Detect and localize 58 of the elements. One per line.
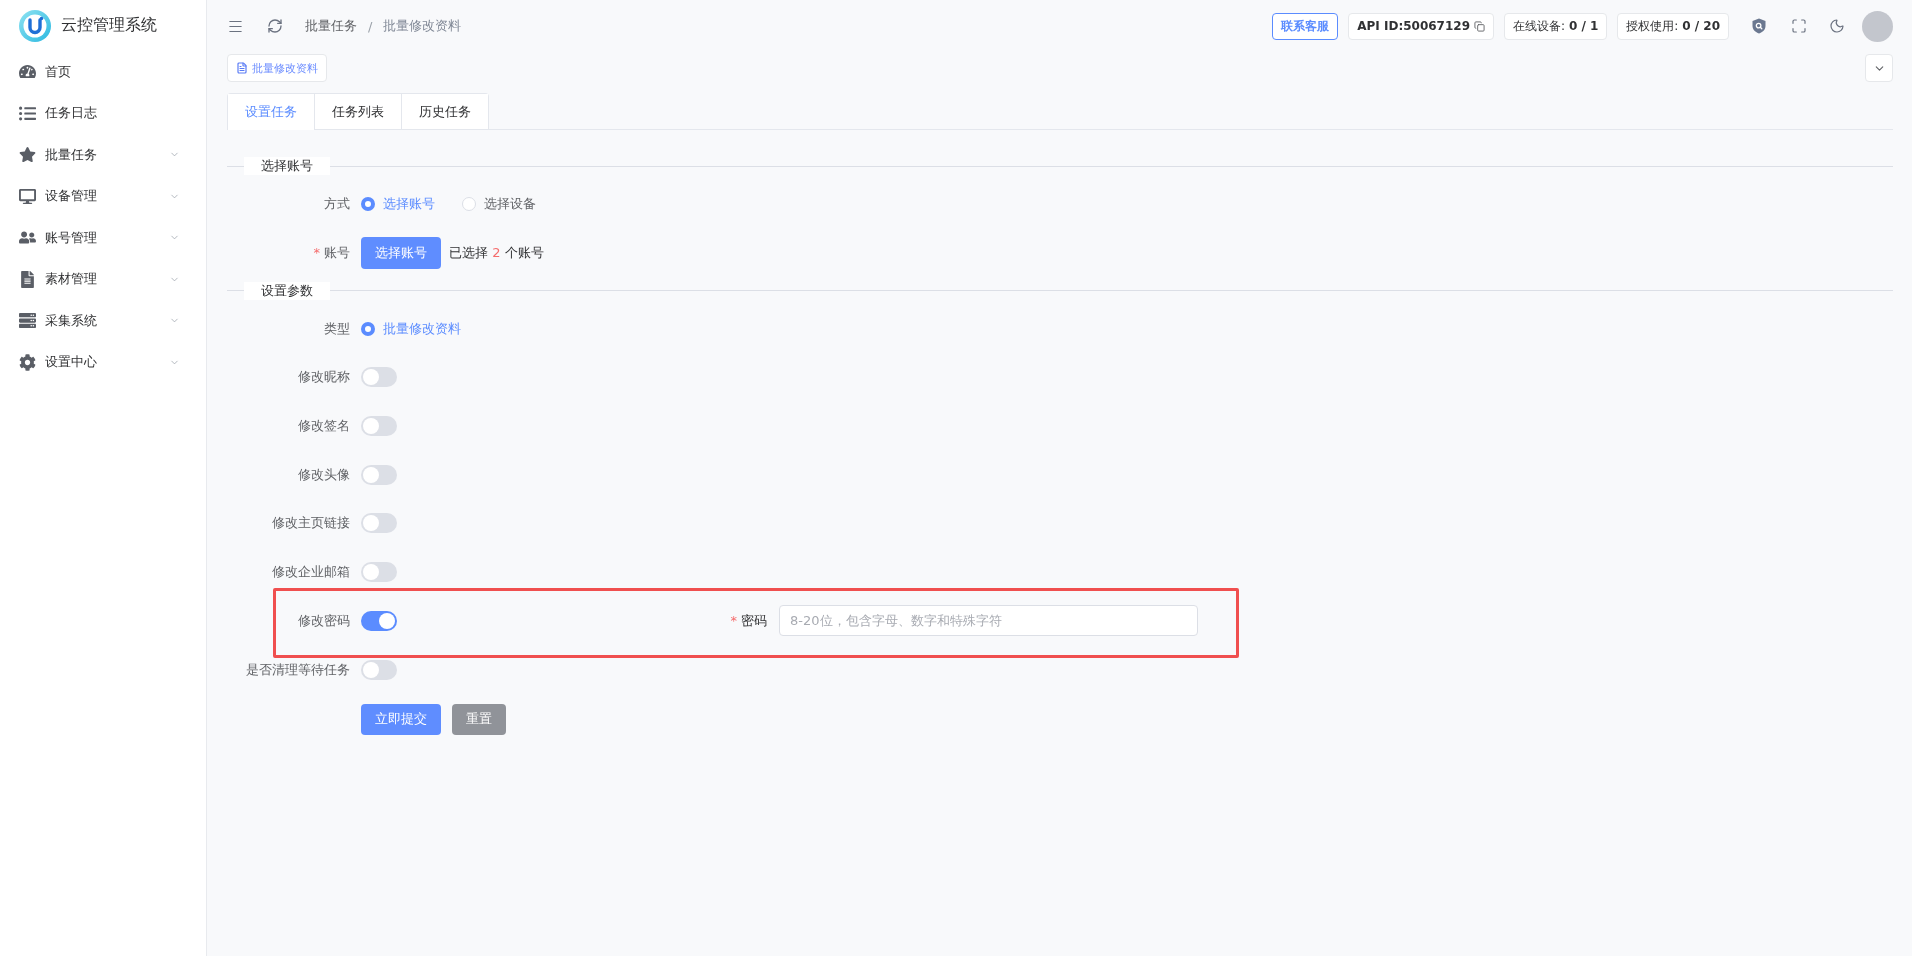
field-label: 账号 — [324, 243, 350, 262]
required-mark: * — [730, 613, 737, 629]
sidebar-item[interactable]: 批量任务 — [0, 134, 206, 176]
copy-icon[interactable] — [1474, 20, 1485, 32]
required-mark: * — [313, 245, 320, 261]
app-title: 云控管理系统 — [61, 15, 157, 36]
toggle-switch[interactable] — [361, 659, 397, 680]
section-title: 选择账号 — [244, 157, 330, 175]
toggle-switch[interactable] — [361, 367, 397, 388]
password-input[interactable]: 8-20位，包含字母、数字和特殊字符 — [779, 605, 1198, 637]
field-label: 密码 — [741, 611, 767, 630]
field-label: 是否清理等待任务 — [246, 660, 350, 679]
api-id-text: API ID:50067129 — [1357, 19, 1470, 33]
document-icon — [19, 270, 36, 288]
star-icon — [19, 146, 36, 164]
toggle-switch[interactable] — [361, 562, 397, 583]
refresh-icon[interactable] — [267, 18, 283, 34]
gauge-icon — [19, 63, 36, 81]
breadcrumb-item: 批量修改资料 — [383, 17, 462, 35]
moon-icon[interactable] — [1829, 18, 1845, 34]
breadcrumb-item[interactable]: 批量任务 — [305, 17, 357, 35]
avatar[interactable] — [1862, 10, 1893, 42]
radio-option[interactable]: 选择设备 — [462, 195, 536, 213]
toggle-switch[interactable] — [361, 464, 397, 485]
field-label: 修改头像 — [298, 465, 350, 484]
section-title: 设置参数 — [244, 281, 330, 300]
field-label: 修改签名 — [298, 417, 350, 436]
sidebar-item[interactable]: 素材管理 — [0, 258, 206, 300]
logo-icon — [19, 9, 51, 42]
field-label: 类型 — [324, 319, 350, 338]
field-label: 修改企业邮箱 — [272, 563, 350, 582]
sidebar-item[interactable]: 设备管理 — [0, 175, 206, 217]
selection-summary: 已选择 2 个账号 — [449, 243, 544, 262]
toggle-switch[interactable] — [361, 610, 397, 631]
settings-icon — [19, 353, 36, 371]
monitor-icon — [19, 187, 36, 205]
tab[interactable]: 历史任务 — [401, 94, 488, 130]
shield-icon[interactable] — [1751, 18, 1767, 34]
stat-badge: 在线设备: 0 / 1 — [1504, 12, 1608, 40]
breadcrumb-separator: / — [368, 18, 373, 34]
server-icon — [19, 312, 36, 330]
tab[interactable]: 任务列表 — [314, 94, 401, 130]
field-label: 修改密码 — [298, 611, 350, 630]
list-icon — [19, 104, 36, 122]
sidebar-item[interactable]: 采集系统 — [0, 300, 206, 342]
field-label: 方式 — [324, 195, 350, 213]
document-icon — [236, 62, 248, 74]
sidebar-item[interactable]: 任务日志 — [0, 92, 206, 134]
tags-dropdown-button[interactable] — [1865, 54, 1893, 82]
sidebar-item[interactable]: 首页 — [0, 51, 206, 93]
fullscreen-icon[interactable] — [1791, 18, 1807, 34]
toggle-switch[interactable] — [361, 416, 397, 437]
sidebar-item[interactable]: 账号管理 — [0, 217, 206, 259]
stat-badge: 授权使用: 0 / 20 — [1617, 12, 1729, 40]
toggle-switch[interactable] — [361, 513, 397, 534]
sidebar-item[interactable]: 设置中心 — [0, 341, 206, 383]
field-label: 修改昵称 — [298, 368, 350, 387]
field-label: 修改主页链接 — [272, 514, 350, 533]
